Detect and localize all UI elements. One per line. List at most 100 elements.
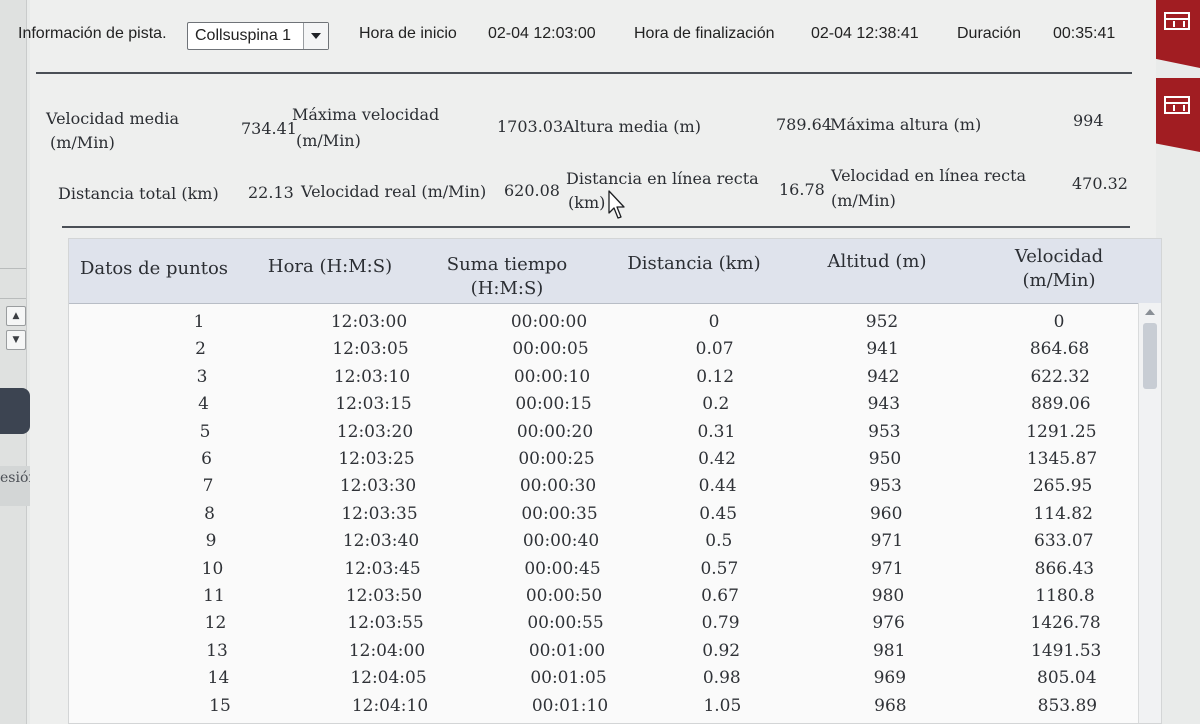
table-row[interactable]: 9 12:03:40 00:00:40 0.5 971 633.07 xyxy=(69,528,1139,555)
table-row[interactable]: 11 12:03:50 00:00:50 0.67 980 1180.8 xyxy=(69,583,1139,610)
cell-point: 12 xyxy=(204,613,227,634)
cell-sum-time: 00:00:00 xyxy=(510,312,588,332)
cell-time: 12:03:25 xyxy=(338,449,415,469)
table-body: 1 12:03:00 00:00:00 0 952 0 2 12:03:05 00:00:05 0… xyxy=(69,303,1139,723)
start-time-value: 02-04 12:03:00 xyxy=(488,25,596,42)
avg-speed-value: 734.41 xyxy=(241,119,297,138)
cell-speed: 1291.25 xyxy=(1026,421,1097,442)
right-tab-1[interactable] xyxy=(1154,0,1200,68)
spin-up-button[interactable]: ▲ xyxy=(6,306,26,326)
sidebar-divider xyxy=(0,268,26,269)
straight-speed-value: 470.32 xyxy=(1072,174,1128,193)
real-speed-label: Velocidad real (m/Min) xyxy=(301,182,487,201)
cell-point: 7 xyxy=(202,476,214,497)
cell-time: 12:03:35 xyxy=(341,503,418,524)
table-row[interactable]: 1 12:03:00 00:00:00 0 952 0 xyxy=(69,309,1139,336)
cell-sum-time: 00:01:05 xyxy=(530,668,607,689)
cell-distance: 1.16 xyxy=(638,720,808,723)
cell-time: 12:04:10 xyxy=(351,695,429,716)
cell-distance: 0.2 xyxy=(702,394,730,415)
table-row[interactable]: 8 12:03:35 00:00:35 0.45 960 114.82 xyxy=(69,501,1139,528)
table-row[interactable]: 13 12:04:00 00:01:00 0.92 981 1491.53 xyxy=(69,638,1139,665)
track-select[interactable]: Collsuspina 1 xyxy=(187,22,329,50)
cell-altitude: 980 xyxy=(871,586,905,606)
scroll-thumb[interactable] xyxy=(1143,323,1157,389)
col-distance[interactable]: Distancia (km) xyxy=(599,252,789,276)
cell-point: 2 xyxy=(195,339,206,360)
table-row[interactable]: 7 12:03:30 00:00:30 0.44 953 265.95 xyxy=(69,473,1139,500)
cell-time: 12:03:00 xyxy=(330,312,408,332)
cell-sum-time: 00:00:40 xyxy=(522,531,600,552)
cell-altitude: 981 xyxy=(872,640,906,661)
points-table: Datos de puntos Hora (H:M:S) Suma tiempo… xyxy=(68,238,1162,724)
cell-time: 12:03:45 xyxy=(344,558,421,579)
col-speed-line1: Velocidad xyxy=(1014,246,1104,267)
cell-speed: 114.82 xyxy=(1033,503,1093,524)
cell-time: 12:03:55 xyxy=(347,613,424,634)
col-altitude[interactable]: Altitud (m) xyxy=(787,250,967,274)
table-row[interactable]: 3 12:03:10 00:00:10 0.12 942 622.32 xyxy=(69,364,1139,391)
straight-distance-label: Distancia en línea recta xyxy=(566,169,759,188)
table-row[interactable]: 12 12:03:55 00:00:55 0.79 976 1426.78 xyxy=(69,610,1139,637)
cell-speed: 633.07 xyxy=(1034,531,1094,552)
col-sum-time[interactable]: Suma tiempo (H:M:S) xyxy=(417,253,597,301)
cell-altitude: 971 xyxy=(871,558,904,579)
table-row[interactable]: 10 12:03:45 00:00:45 0.57 971 866.43 xyxy=(69,556,1139,583)
pointer-cursor-icon xyxy=(608,190,625,219)
cell-point: 6 xyxy=(201,449,212,469)
max-speed-unit: (m/Min) xyxy=(296,131,361,150)
table-row[interactable]: 2 12:03:05 00:00:05 0.07 941 864.68 xyxy=(69,336,1139,363)
straight-speed-label: Velocidad en línea recta xyxy=(831,166,1027,185)
straight-distance-unit: (km) xyxy=(568,193,606,212)
cell-distance: 0.79 xyxy=(701,613,740,634)
cell-speed: 864.68 xyxy=(1029,339,1090,360)
col-speed[interactable]: Velocidad (m/Min) xyxy=(969,245,1149,293)
cell-distance: 0.57 xyxy=(700,558,739,579)
table-row[interactable]: 6 12:03:25 00:00:25 0.42 950 1345.87 xyxy=(69,446,1139,473)
cell-time: 12:03:50 xyxy=(345,586,423,606)
calendar-icon xyxy=(1164,12,1190,30)
divider xyxy=(36,72,1132,74)
cell-speed: 853.89 xyxy=(1037,695,1098,716)
cell-altitude: 969 xyxy=(873,668,907,689)
cell-speed: 1491.53 xyxy=(1031,640,1102,661)
table-row[interactable]: 00:01:151.16 964 1310.61 xyxy=(69,720,1139,723)
cell-speed: 1310.61 xyxy=(983,720,1139,723)
right-tab-2[interactable] xyxy=(1154,78,1200,152)
table-row[interactable]: 14 12:04:05 00:01:05 0.98 969 805.04 xyxy=(69,665,1139,692)
cell-point: 5 xyxy=(199,421,211,442)
dropdown-button[interactable] xyxy=(303,23,328,49)
vertical-scrollbar[interactable] xyxy=(1138,303,1161,723)
cell-sum-time: 00:00:25 xyxy=(518,449,595,469)
col-time[interactable]: Hora (H:M:S) xyxy=(245,255,415,279)
table-row[interactable]: 4 12:03:15 00:00:15 0.2 943 889.06 xyxy=(69,391,1139,418)
cell-distance: 0.12 xyxy=(696,366,735,387)
cell-altitude: 943 xyxy=(867,394,901,415)
scroll-up-arrow-icon[interactable] xyxy=(1145,309,1155,315)
cell-sum-time: 00:01:10 xyxy=(531,695,609,716)
cell-point: 8 xyxy=(204,503,215,524)
cell-time: 12:03:15 xyxy=(335,394,412,415)
cell-altitude: 950 xyxy=(868,449,902,469)
table-row[interactable]: 15 12:04:10 00:01:10 1.05 968 853.89 xyxy=(69,693,1139,720)
cell-time: 12:04:05 xyxy=(350,668,427,689)
max-speed-label: Máxima velocidad xyxy=(292,105,440,124)
cell-point: 14 xyxy=(207,668,230,689)
table-row[interactable]: 5 12:03:20 00:00:20 0.31 953 1291.25 xyxy=(69,419,1139,446)
sidebar-button[interactable] xyxy=(0,388,30,434)
cell-distance: 0.42 xyxy=(698,449,736,469)
cell-altitude: 971 xyxy=(870,531,904,552)
cell-time: 12:04:00 xyxy=(348,640,426,661)
track-info-label: Información de pista. xyxy=(18,25,167,42)
cell-speed: 265.95 xyxy=(1032,476,1093,497)
col-points[interactable]: Datos de puntos xyxy=(69,257,239,281)
cell-altitude: 953 xyxy=(869,476,902,497)
cell-speed: 622.32 xyxy=(1030,366,1090,387)
end-time-value: 02-04 12:38:41 xyxy=(811,25,919,42)
straight-speed-unit: (m/Min) xyxy=(831,191,896,210)
cell-sum-time: 00:00:30 xyxy=(519,476,597,497)
cell-altitude: 968 xyxy=(874,695,907,716)
cell-time: 12:03:10 xyxy=(333,366,411,387)
col-speed-line2: (m/Min) xyxy=(1022,270,1096,291)
spin-down-button[interactable]: ▼ xyxy=(6,330,26,350)
